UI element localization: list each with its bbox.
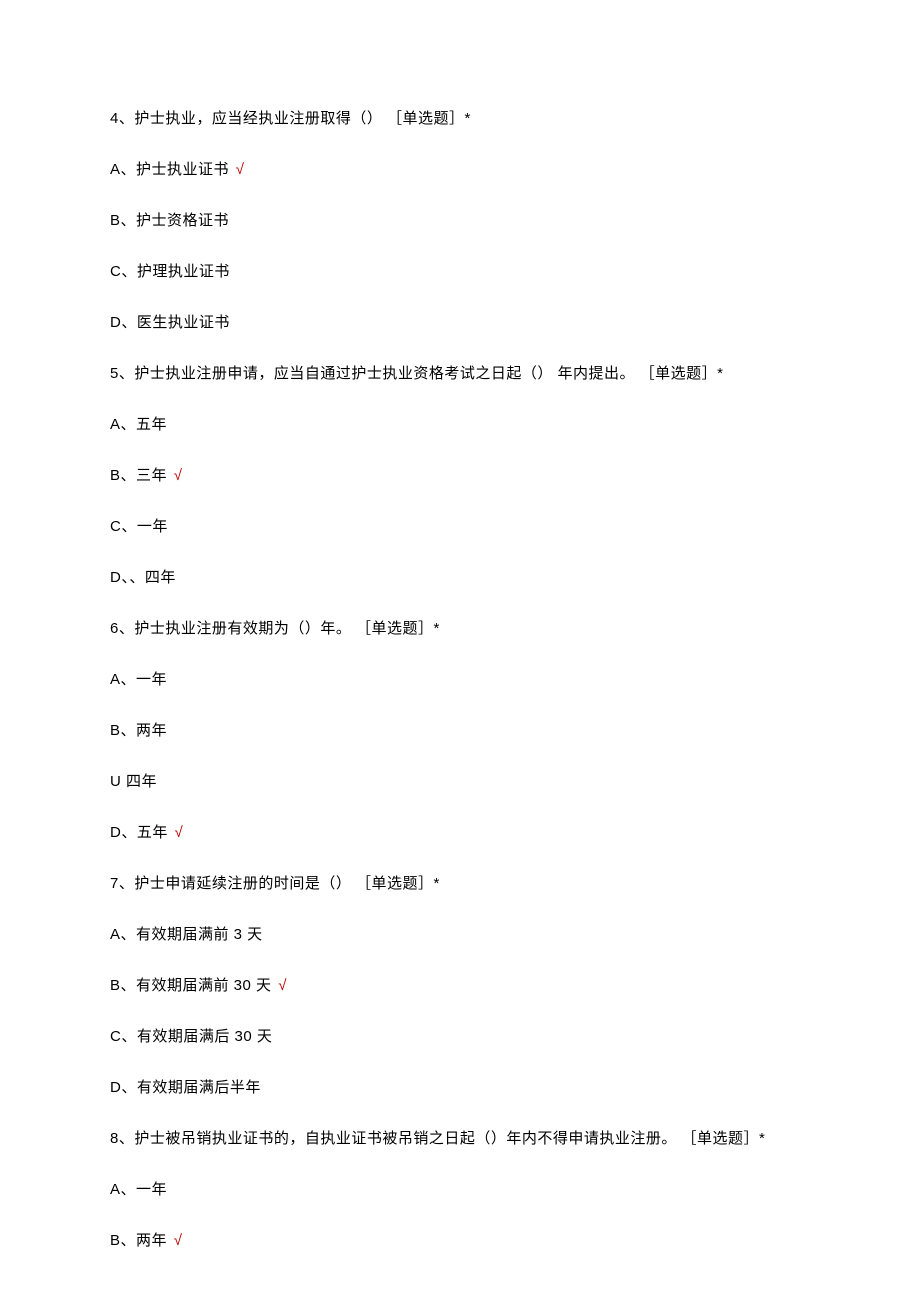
answer-option: D、有效期届满后半年	[110, 1077, 810, 1098]
correct-mark-icon: √	[175, 824, 184, 841]
question-stem: 4、护士执业，应当经执业注册取得（） ［单选题］*	[110, 108, 810, 129]
option-text: U 四年	[110, 773, 157, 790]
question-stem: 5、护士执业注册申请，应当自通过护士执业资格考试之日起（） 年内提出。 ［单选题…	[110, 363, 810, 384]
answer-option: B、两年	[110, 720, 810, 741]
correct-mark-icon: √	[174, 1232, 183, 1249]
option-text: D、有效期届满后半年	[110, 1079, 261, 1096]
option-text: A、有效期届满前 3 天	[110, 926, 263, 943]
option-text: C、一年	[110, 518, 168, 535]
option-text: B、两年	[110, 1232, 167, 1249]
answer-option: D、五年 √	[110, 822, 810, 843]
answer-option: A、护士执业证书 √	[110, 159, 810, 180]
answer-option: U 四年	[110, 771, 810, 792]
option-text: D、、四年	[110, 569, 176, 586]
option-text: A、一年	[110, 671, 167, 688]
option-text: A、一年	[110, 1181, 167, 1198]
answer-option: B、有效期届满前 30 天 √	[110, 975, 810, 996]
option-text: A、护士执业证书	[110, 161, 229, 178]
question-stem: 6、护士执业注册有效期为（）年。 ［单选题］*	[110, 618, 810, 639]
correct-mark-icon: √	[236, 161, 245, 178]
option-text: D、医生执业证书	[110, 314, 230, 331]
option-text: C、有效期届满后 30 天	[110, 1028, 272, 1045]
question-stem: 7、护士申请延续注册的时间是（） ［单选题］*	[110, 873, 810, 894]
option-text: B、有效期届满前 30 天	[110, 977, 272, 994]
question-stem: 8、护士被吊销执业证书的，自执业证书被吊销之日起（）年内不得申请执业注册。 ［单…	[110, 1128, 810, 1149]
answer-option: D、、四年	[110, 567, 810, 588]
answer-option: A、一年	[110, 669, 810, 690]
answer-option: D、医生执业证书	[110, 312, 810, 333]
option-text: D、五年	[110, 824, 168, 841]
answer-option: B、护士资格证书	[110, 210, 810, 231]
correct-mark-icon: √	[174, 467, 183, 484]
answer-option: C、一年	[110, 516, 810, 537]
answer-option: A、有效期届满前 3 天	[110, 924, 810, 945]
answer-option: A、五年	[110, 414, 810, 435]
option-text: A、五年	[110, 416, 167, 433]
option-text: C、护理执业证书	[110, 263, 230, 280]
answer-option: A、一年	[110, 1179, 810, 1200]
answer-option: B、三年 √	[110, 465, 810, 486]
answer-option: C、护理执业证书	[110, 261, 810, 282]
answer-option: B、两年 √	[110, 1230, 810, 1251]
option-text: B、护士资格证书	[110, 212, 229, 229]
option-text: B、三年	[110, 467, 167, 484]
answer-option: C、有效期届满后 30 天	[110, 1026, 810, 1047]
correct-mark-icon: √	[278, 977, 287, 994]
option-text: B、两年	[110, 722, 167, 739]
